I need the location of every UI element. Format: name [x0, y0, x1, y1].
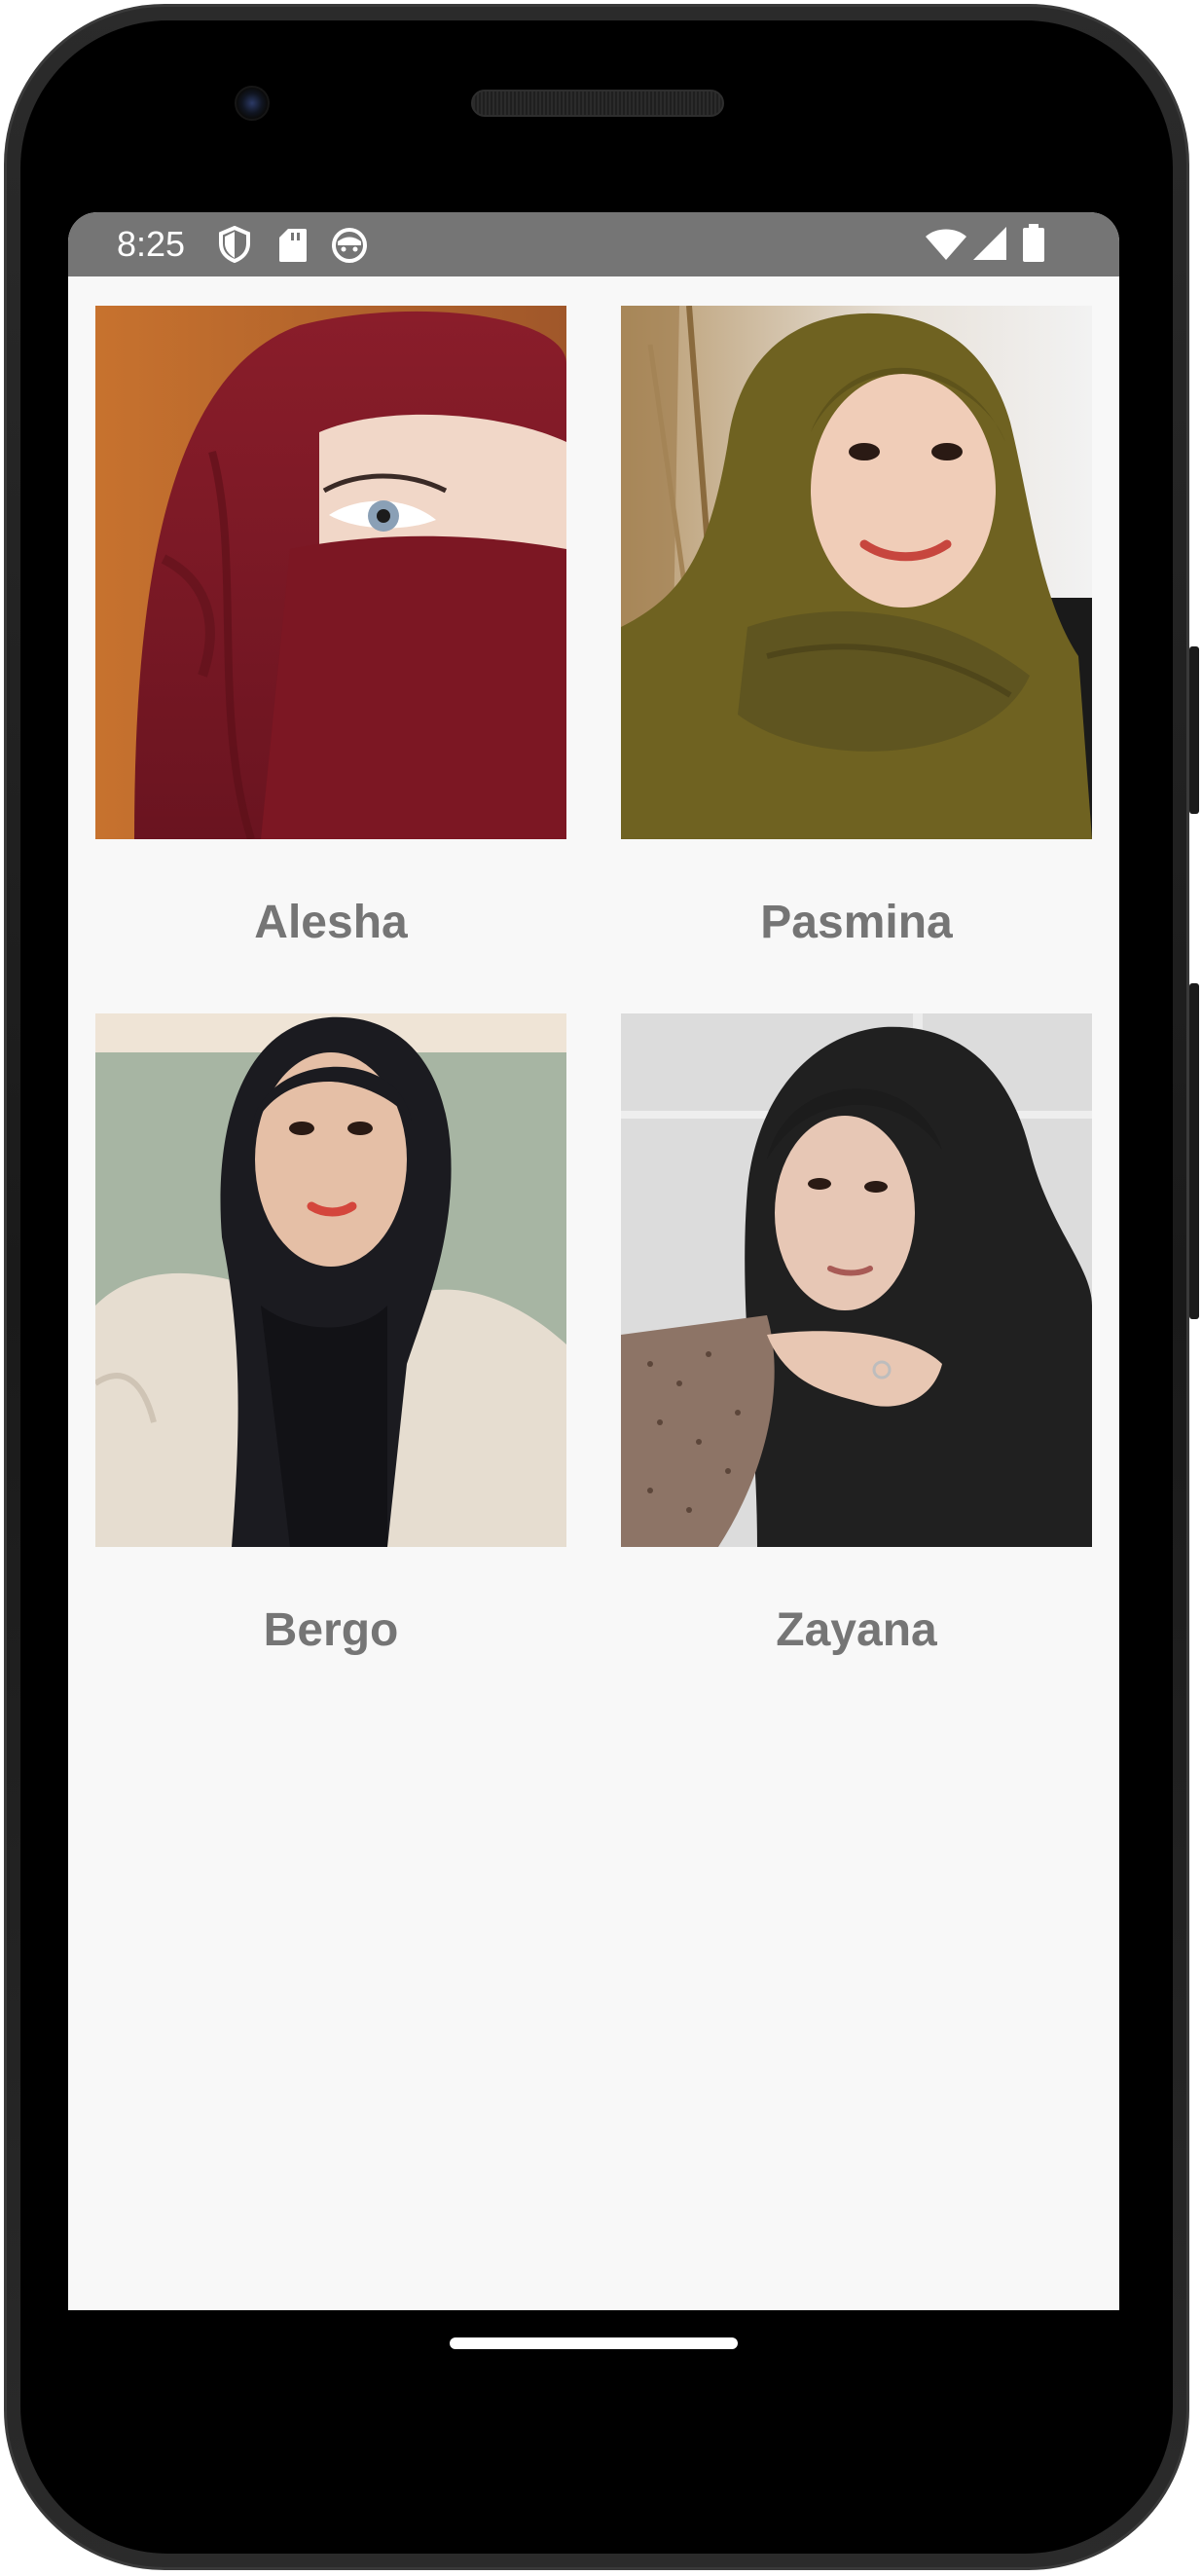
shield-icon: [218, 225, 251, 268]
volume-button: [1189, 983, 1199, 1319]
status-time: 8:25: [117, 224, 186, 264]
status-bar: 8:25: [68, 212, 1119, 276]
app-screen: 8:25 Alesha Pasmina Bergo Zayana: [68, 212, 1119, 2310]
navigation-bar: [68, 2310, 1119, 2427]
face-icon: [331, 227, 368, 269]
product-image[interactable]: [95, 1013, 566, 1547]
power-button: [1189, 646, 1199, 814]
wifi-icon: [925, 228, 967, 266]
item-label: Bergo: [263, 1604, 399, 1656]
item-label: Zayana: [776, 1604, 937, 1656]
item-label: Alesha: [254, 897, 408, 948]
product-image[interactable]: [95, 306, 566, 839]
battery-icon: [1022, 224, 1045, 268]
front-camera: [235, 86, 270, 121]
item-label: Pasmina: [760, 897, 953, 948]
sd-card-icon: [278, 228, 308, 268]
product-image[interactable]: [621, 1013, 1092, 1547]
product-image[interactable]: [621, 306, 1092, 839]
home-gesture-handle[interactable]: [450, 2337, 738, 2349]
earpiece-speaker: [471, 90, 724, 117]
cellular-signal-icon: [971, 226, 1008, 266]
